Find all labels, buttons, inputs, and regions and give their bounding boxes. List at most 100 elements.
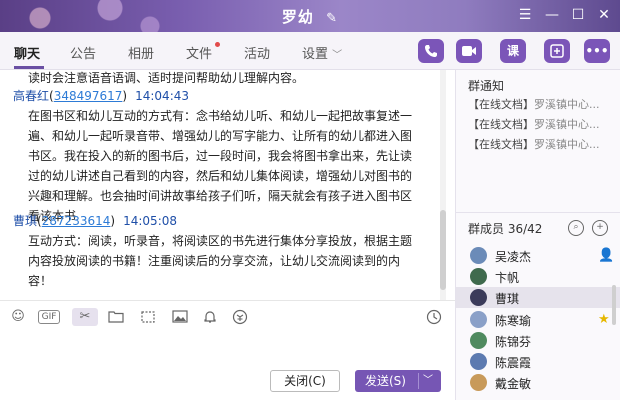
group-members-title: 群成员 36/42 <box>468 222 543 236</box>
lesson-label: 课 <box>506 44 519 58</box>
panel-divider <box>455 212 620 213</box>
tab-album[interactable]: 相册 <box>128 43 154 62</box>
bell-icon[interactable] <box>200 308 220 326</box>
notice-item-prefix: 【在线文档】 <box>468 98 534 111</box>
tab-files[interactable]: 文件 <box>186 43 212 62</box>
tab-activities[interactable]: 活动 <box>244 43 270 62</box>
message-line: 读时会注意语音语调、适时提问帮助幼儿理解内容。 <box>28 71 305 85</box>
member-name: 陈震霞 <box>495 356 532 370</box>
more-icon[interactable]: ••• <box>584 39 610 63</box>
notice-item-text: 罗溪镇中心... <box>534 118 600 131</box>
chat-scrollbar-thumb[interactable] <box>440 210 446 290</box>
member-item[interactable]: 陈锦芬 <box>456 330 620 351</box>
message-text: 在图书区和幼儿互动的方式有：念书给幼儿听、和幼儿一起把故事复述一 遍、和幼儿一起… <box>28 106 440 226</box>
plus-icon[interactable] <box>544 39 570 63</box>
sender-qq-link[interactable]: 348497617 <box>54 89 123 103</box>
avatar <box>470 332 487 349</box>
member-name: 陈寒瑜 <box>495 314 532 328</box>
member-name: 吴凌杰 <box>495 250 532 264</box>
input-toolbar: ☺ GIF ✂ <box>0 300 455 332</box>
search-members-icon[interactable]: ⌕ <box>568 220 584 236</box>
video-icon[interactable] <box>456 39 482 63</box>
member-name: 曹琪 <box>495 292 520 306</box>
avatar <box>470 353 487 370</box>
member-item[interactable]: 陈寒瑜 ★ <box>456 309 620 330</box>
notice-item[interactable]: 【在线文档】罗溪镇中心... <box>468 136 600 152</box>
member-name: 卞帆 <box>495 271 520 285</box>
close-button[interactable]: 关闭(C) <box>270 370 340 392</box>
history-icon[interactable] <box>424 308 444 326</box>
scissors-icon[interactable]: ✂ <box>72 308 98 326</box>
red-packet-icon[interactable] <box>230 308 250 326</box>
message-text: 读时会注意语音语调、适时提问帮助幼儿理解内容。 <box>28 70 440 88</box>
gif-icon[interactable]: GIF <box>38 310 60 324</box>
group-name: 罗幼 <box>281 8 314 26</box>
image-icon[interactable] <box>170 308 190 326</box>
notice-item-text: 罗溪镇中心... <box>534 98 600 111</box>
member-item[interactable]: 吴凌杰 👤 <box>456 245 620 266</box>
avatar <box>470 268 487 285</box>
tab-chat[interactable]: 聊天 <box>14 43 40 62</box>
avatar <box>470 374 487 391</box>
folder-icon[interactable] <box>106 308 126 326</box>
chevron-down-icon[interactable]: ﹀ <box>423 370 433 392</box>
lesson-button[interactable]: 课 <box>500 39 526 63</box>
emoji-icon[interactable]: ☺ <box>8 308 28 326</box>
title-bar: 罗幼 ✎ ☰ — ☐ ✕ <box>0 0 620 32</box>
sender-name[interactable]: 高春红 <box>13 89 49 103</box>
message-input-area[interactable]: 关闭(C) 发送(S) ﹀ <box>0 332 455 400</box>
tab-settings[interactable]: 设置 ﹀ <box>302 43 342 62</box>
member-item[interactable]: 戴金敏 <box>456 372 620 393</box>
right-panel: 群通知 【在线文档】罗溪镇中心... 【在线文档】罗溪镇中心... 【在线文档】… <box>455 70 620 400</box>
chat-scrollbar[interactable] <box>440 70 446 300</box>
chat-history: 读时会注意语音语调、适时提问帮助幼儿理解内容。 高春红(348497617) 14… <box>0 70 448 300</box>
member-item[interactable]: 卞帆 <box>456 266 620 287</box>
message-line: 互动方式：阅读，听录音，将阅读区的书先进行集体分享投放，根据主题 <box>28 234 413 248</box>
sender-name[interactable]: 曹琪 <box>13 214 37 228</box>
minimize-icon[interactable]: — <box>540 4 564 28</box>
person-icon: 👤 <box>598 248 615 263</box>
menu-icon[interactable]: ☰ <box>513 4 537 28</box>
message-header: 曹琪(287233614) 14:05:08 <box>13 214 178 228</box>
star-icon: ★ <box>598 312 610 327</box>
avatar <box>470 247 487 264</box>
send-button[interactable]: 发送(S) ﹀ <box>355 370 441 392</box>
message-line: 过的幼儿讲述自己看到的内容，然后和幼儿集体阅读，增强幼儿对图书的 <box>28 169 413 183</box>
group-notice-title: 群通知 <box>468 79 505 93</box>
sender-qq-link[interactable]: 287233614 <box>42 214 111 228</box>
message-header: 高春红(348497617) 14:04:43 <box>13 89 190 103</box>
member-name: 戴金敏 <box>495 377 532 391</box>
notice-item-text: 罗溪镇中心... <box>534 138 600 151</box>
active-tab-indicator <box>14 66 44 69</box>
tab-announcements[interactable]: 公告 <box>70 43 96 62</box>
message-time: 14:04:43 <box>135 89 190 103</box>
message-text: 互动方式：阅读，听录音，将阅读区的书先进行集体分享投放，根据主题 内容投放阅读的… <box>28 231 440 291</box>
send-button-label: 发送(S) <box>365 374 406 388</box>
tab-settings-label: 设置 <box>302 47 329 62</box>
message-time: 14:05:08 <box>123 214 178 228</box>
notice-item-prefix: 【在线文档】 <box>468 118 534 131</box>
message-line: 在图书区和幼儿互动的方式有：念书给幼儿听、和幼儿一起把故事复述一 <box>28 109 413 123</box>
avatar <box>470 289 487 306</box>
notice-item[interactable]: 【在线文档】罗溪镇中心... <box>468 116 600 132</box>
message-line: 遍、和幼儿一起听录音带、增强幼儿的写字能力、让所有的幼儿都进入图 <box>28 129 413 143</box>
screenshot-icon[interactable] <box>138 308 158 326</box>
add-member-icon[interactable]: + <box>592 220 608 236</box>
message-line: 内容投放阅读的书籍！注重阅读后的分享交流，让幼儿交流阅读到的内 <box>28 254 401 268</box>
chevron-down-icon: ﹀ <box>332 50 343 61</box>
message-line: 容！ <box>28 274 53 288</box>
members-scrollbar[interactable] <box>612 285 616 325</box>
avatar <box>470 311 487 328</box>
member-name: 陈锦芬 <box>495 335 532 349</box>
pencil-icon[interactable]: ✎ <box>326 11 338 26</box>
member-item-selected[interactable]: 曹琪 <box>456 287 620 308</box>
files-notification-dot <box>215 42 220 47</box>
notice-item[interactable]: 【在线文档】罗溪镇中心... <box>468 96 600 112</box>
maximize-icon[interactable]: ☐ <box>566 4 590 28</box>
send-button-divider <box>418 373 419 389</box>
tab-bar: 聊天 公告 相册 文件 活动 设置 ﹀ 课 ••• <box>0 32 620 70</box>
message-line: 兴趣和理解。也会抽时间讲故事给孩子们听，隔天就会有孩子进入图书区 <box>28 189 413 203</box>
member-item[interactable]: 陈震霞 <box>456 351 620 372</box>
phone-icon[interactable] <box>418 39 444 63</box>
close-icon[interactable]: ✕ <box>592 4 616 28</box>
